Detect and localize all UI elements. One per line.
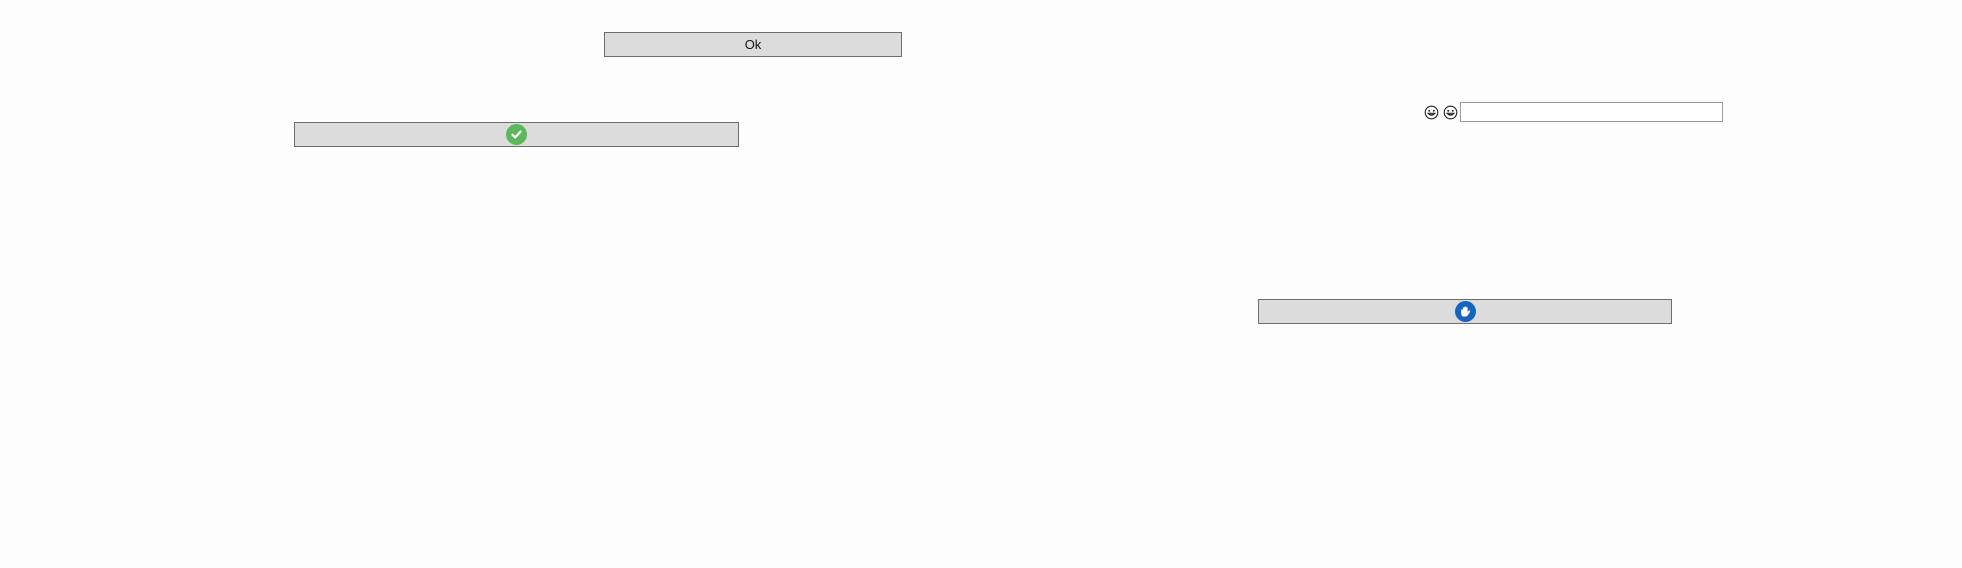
text-input[interactable] — [1460, 102, 1723, 122]
grinning-face-icon[interactable] — [1424, 105, 1439, 120]
ok-button-label: Ok — [744, 37, 762, 52]
confirm-button[interactable] — [294, 122, 739, 147]
check-circle-icon — [506, 124, 527, 145]
raise-hand-button[interactable] — [1258, 299, 1672, 324]
ok-button[interactable]: Ok — [604, 32, 902, 57]
raised-hand-icon — [1454, 301, 1476, 322]
grinning-face-icon[interactable] — [1443, 105, 1458, 120]
